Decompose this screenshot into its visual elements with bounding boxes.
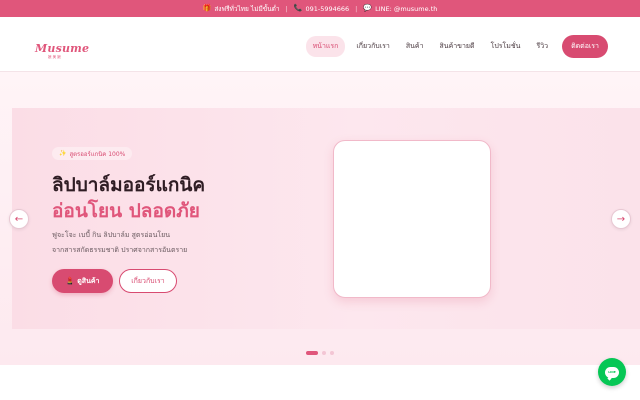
divider: | (355, 4, 358, 13)
nav-reviews[interactable]: รีวิว (531, 36, 553, 57)
divider: | (285, 4, 288, 13)
phone-link[interactable]: 📞 091-5994666 (294, 5, 349, 13)
view-products-button[interactable]: 💄 ดูสินค้า (52, 269, 113, 293)
chat-icon: 💬 (363, 4, 373, 12)
gift-icon: 🎁 (202, 4, 212, 12)
contact-button[interactable]: ติดต่อเรา (562, 35, 608, 58)
line-id: LINE: @musume.th (375, 4, 438, 13)
line-link[interactable]: 💬 LINE: @musume.th (363, 5, 437, 13)
about-us-button[interactable]: เกี่ยวกับเรา (119, 269, 177, 293)
logo-text: Musume (35, 42, 90, 55)
carousel-indicators (306, 351, 334, 355)
hero-subtitle: อ่อนโยน ปลอดภัย (52, 200, 200, 222)
arrow-left-icon: ← (14, 213, 24, 225)
organic-badge: ✨ สูตรออร์แกนิค 100% (52, 147, 133, 160)
carousel-next-button[interactable]: → (611, 209, 631, 229)
phone-icon: 📞 (293, 4, 303, 12)
view-products-label: ดูสินค้า (77, 276, 100, 285)
nav-home[interactable]: หน้าแรก (305, 36, 346, 57)
carousel-dot-2[interactable] (322, 351, 326, 355)
line-chat-icon: LINE (605, 366, 619, 378)
main-nav: หน้าแรก เกี่ยวกับเรา สินค้า สินค้าขายดี … (305, 35, 608, 58)
sparkle-icon: ✨ (59, 150, 67, 157)
nav-promotions[interactable]: โปรโมชั่น (486, 36, 526, 57)
logo[interactable]: Musume 娘 美 娘 (35, 37, 89, 60)
nav-about[interactable]: เกี่ยวกับเรา (351, 36, 394, 57)
logo-subtext: 娘 美 娘 (48, 55, 61, 59)
site-header: Musume 娘 美 娘 หน้าแรก เกี่ยวกับเรา สินค้า… (0, 17, 640, 72)
product-image (333, 140, 491, 298)
shipping-text: ส่งฟรีทั่วไทย ไม่มีขั้นต่ำ (214, 4, 280, 13)
phone-number: 091-5994666 (305, 4, 350, 13)
nav-products[interactable]: สินค้า (401, 36, 429, 57)
shipping-info: 🎁 ส่งฟรีทั่วไทย ไม่มีขั้นต่ำ (203, 4, 280, 14)
carousel-prev-button[interactable]: ← (9, 209, 29, 229)
carousel-dot-1[interactable] (306, 351, 318, 355)
nav-bestsellers[interactable]: สินค้าขายดี (435, 36, 480, 57)
hero-description: ฟูจะโจะ เบบี้ กิน ลิปบาล์ม สูตรอ่อนโยน จ… (52, 228, 187, 258)
description-line: ฟูจะโจะ เบบี้ กิน ลิปบาล์ม สูตรอ่อนโยน (52, 231, 171, 239)
announcement-bar: 🎁 ส่งฟรีทั่วไทย ไม่มีขั้นต่ำ | 📞 091-599… (0, 0, 640, 17)
lipstick-icon: 💄 (65, 277, 75, 285)
description-line: จากสารสกัดธรรมชาติ ปราศจากสารอันตราย (52, 246, 188, 254)
line-chat-label: LINE (608, 370, 616, 374)
line-chat-button[interactable]: LINE (598, 358, 626, 386)
arrow-right-icon: → (616, 213, 626, 225)
badge-text: สูตรออร์แกนิค 100% (69, 150, 126, 158)
carousel-dot-3[interactable] (330, 351, 334, 355)
